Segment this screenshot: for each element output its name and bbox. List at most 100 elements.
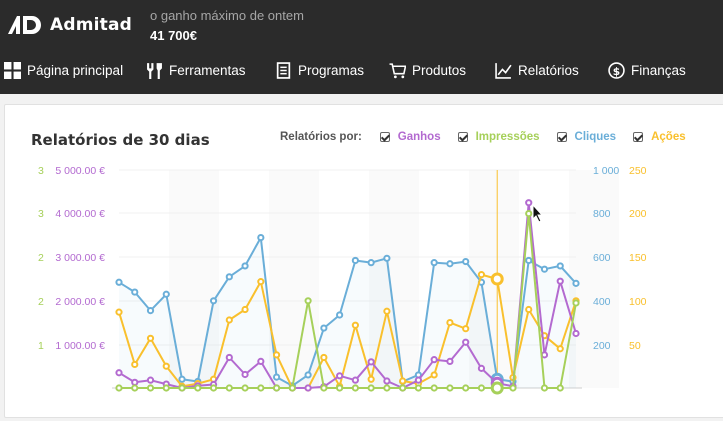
data-point xyxy=(146,376,155,384)
y-tick-left-outer: 1 xyxy=(38,340,44,352)
data-point xyxy=(178,375,186,383)
data-point xyxy=(351,376,359,384)
data-point xyxy=(225,273,233,281)
data-point xyxy=(241,370,249,379)
data-point xyxy=(383,254,391,262)
data-point xyxy=(272,384,281,392)
y-tick-left-inner: 2 000.00 € xyxy=(55,296,105,308)
data-point xyxy=(241,384,249,392)
data-point xyxy=(414,376,423,384)
data-point xyxy=(525,256,533,265)
data-point xyxy=(115,308,123,316)
data-point xyxy=(320,384,328,392)
data-point xyxy=(399,384,407,392)
data-point xyxy=(241,262,249,270)
data-point xyxy=(131,384,139,392)
data-point xyxy=(477,364,486,372)
y-tick-right-outer: 100 xyxy=(629,296,647,308)
data-point xyxy=(351,384,359,392)
y-tick-left-outer: 2 xyxy=(38,296,44,308)
data-point xyxy=(257,278,265,286)
data-point xyxy=(430,259,438,267)
data-point xyxy=(462,325,470,333)
data-point xyxy=(430,356,438,364)
data-point xyxy=(115,384,123,392)
data-point xyxy=(477,384,486,392)
data-point xyxy=(446,319,454,327)
data-point xyxy=(225,316,233,324)
data-point xyxy=(572,279,580,287)
data-point xyxy=(477,271,486,279)
data-point xyxy=(556,384,564,392)
data-point xyxy=(257,357,265,366)
y-tick-left-outer: 3 xyxy=(38,165,44,177)
data-point xyxy=(446,260,454,268)
y-tick-right-inner: 800 xyxy=(593,208,611,220)
y-tick-right-inner: 600 xyxy=(593,252,611,264)
data-point xyxy=(446,357,454,366)
data-point xyxy=(257,233,265,242)
data-point xyxy=(336,311,344,319)
data-point xyxy=(367,259,375,267)
y-tick-right-outer: 150 xyxy=(629,252,647,264)
data-point xyxy=(383,377,391,385)
data-point xyxy=(336,384,344,392)
plot-band xyxy=(569,170,619,388)
data-point xyxy=(399,377,407,385)
y-tick-right-inner: 400 xyxy=(593,296,611,308)
data-point xyxy=(131,360,139,369)
data-point xyxy=(462,384,470,392)
data-point xyxy=(194,384,202,392)
data-point xyxy=(115,278,123,286)
data-point xyxy=(272,351,281,359)
report-chart[interactable]: 1 2 2 3 3 1 000.00 € 2 000.00 € 3 000.00 € 4 000… xyxy=(0,0,723,421)
data-point xyxy=(509,384,517,392)
data-point xyxy=(162,290,170,298)
data-point xyxy=(336,372,344,380)
data-point xyxy=(556,345,564,353)
data-point xyxy=(367,384,375,392)
data-point xyxy=(367,375,375,383)
data-point xyxy=(146,334,155,342)
data-point xyxy=(462,257,470,266)
y-tick-right-outer: 200 xyxy=(629,208,647,220)
data-point xyxy=(430,384,438,392)
data-point xyxy=(241,305,249,314)
data-point xyxy=(162,362,170,370)
data-point xyxy=(351,256,359,265)
data-point xyxy=(540,384,549,392)
data-point xyxy=(304,371,312,379)
data-point xyxy=(367,358,375,366)
y-tick-right-inner: 200 xyxy=(593,340,611,352)
mouse-cursor-icon xyxy=(532,203,544,223)
data-point xyxy=(351,321,359,329)
data-point xyxy=(490,272,504,286)
data-point xyxy=(304,384,312,392)
data-point xyxy=(272,373,281,381)
data-point xyxy=(146,384,155,392)
data-point xyxy=(131,288,139,296)
data-point xyxy=(462,338,470,346)
data-point xyxy=(525,210,533,218)
data-point xyxy=(162,384,170,392)
data-point xyxy=(288,384,296,392)
data-point xyxy=(257,384,265,392)
data-point xyxy=(225,353,233,362)
data-point xyxy=(572,329,580,338)
data-point xyxy=(178,384,186,392)
y-tick-left-inner: 4 000.00 € xyxy=(55,208,105,220)
y-tick-right-outer: 250 xyxy=(629,165,647,177)
y-tick-left-inner: 5 000.00 € xyxy=(55,165,105,177)
data-point xyxy=(209,384,218,392)
data-point xyxy=(146,307,155,315)
data-point xyxy=(320,324,328,332)
data-point xyxy=(131,378,139,386)
data-point xyxy=(556,277,564,285)
data-point xyxy=(556,262,564,270)
data-point xyxy=(430,371,438,379)
data-point xyxy=(446,384,454,392)
data-point xyxy=(540,265,549,273)
data-point xyxy=(383,384,391,392)
y-tick-right-outer: 50 xyxy=(629,340,641,352)
data-point xyxy=(414,384,423,392)
